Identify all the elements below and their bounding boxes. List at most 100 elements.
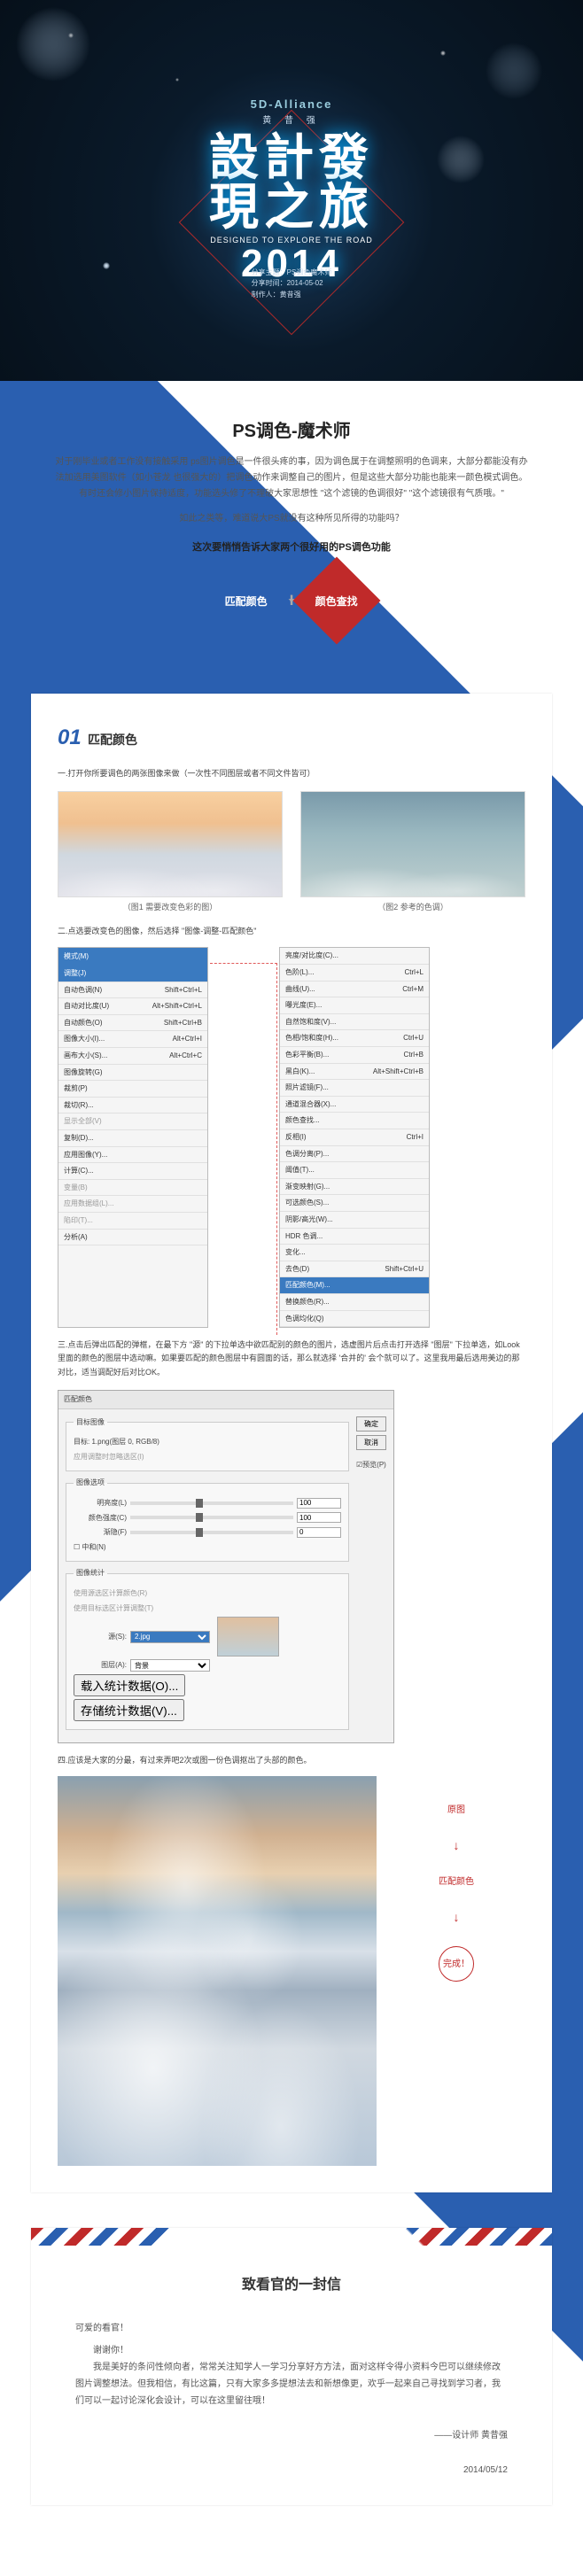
section-title: 匹配颜色 <box>88 733 137 747</box>
match-color-dialog: 匹配颜色 目标图像 目标: 1.png(图层 0, RGB/8) 应用调整时忽略… <box>58 1390 394 1743</box>
letter-body-2: 我是美好的条问性倾向者，常常关注知学人一学习分享好方方法，面对这样令得小资料今巴… <box>75 2359 508 2409</box>
menu-item[interactable]: 裁剪(P) <box>58 1081 207 1098</box>
menu-item[interactable]: 变化... <box>280 1245 429 1261</box>
source-select[interactable]: 2.jpg <box>130 1631 210 1643</box>
intensity-input[interactable] <box>297 1512 341 1523</box>
menu-item[interactable]: 色阶(L)...Ctrl+L <box>280 965 429 982</box>
result-row: 原图 ↓ 匹配颜色 ↓ 完成！ <box>58 1776 525 2166</box>
luminance-label: 明亮度(L) <box>74 1497 127 1509</box>
ok-button[interactable]: 确定 <box>356 1416 386 1432</box>
meta-topic: 分享主题：PS调色魔术师 <box>252 268 332 279</box>
hero-diamond-border <box>179 110 405 336</box>
step-3: 三.点击后弹出匹配的弹框，在最下方 "源" 的下拉单选中欲匹配别的颜色的图片，选… <box>58 1338 525 1379</box>
menu-item[interactable]: 色相/饱和度(H)...Ctrl+U <box>280 1030 429 1047</box>
menu-item[interactable]: 匹配颜色(M)... <box>280 1277 429 1294</box>
menu-item[interactable]: 应用数据组(L)... <box>58 1196 207 1213</box>
menu-item[interactable]: 图像旋转(G) <box>58 1065 207 1082</box>
menu-item[interactable]: 色调均化(Q) <box>280 1311 429 1328</box>
preview-checkbox[interactable]: ☑预览(P) <box>356 1459 386 1471</box>
menu-item[interactable]: 变量(B) <box>58 1180 207 1197</box>
dialog-title: 匹配颜色 <box>64 1393 92 1406</box>
menu-item[interactable]: HDR 色调... <box>280 1229 429 1245</box>
letter-date: 2014/05/12 <box>75 2462 508 2479</box>
luminance-slider[interactable] <box>130 1501 293 1505</box>
badge-color-lookup: 颜色查找 <box>293 556 381 644</box>
badges-row: 匹配颜色 + 颜色查找 <box>53 570 530 632</box>
image-1-clouds-sunset <box>58 791 283 897</box>
flow-column: 原图 ↓ 匹配颜色 ↓ 完成！ <box>387 1776 525 1982</box>
section-heading: 01 匹配颜色 <box>58 720 525 757</box>
cancel-button[interactable]: 取消 <box>356 1435 386 1450</box>
menu-item[interactable]: 曲线(U)...Ctrl+M <box>280 982 429 998</box>
result-image <box>58 1776 377 2166</box>
group-target-legend: 目标图像 <box>74 1416 107 1429</box>
menu-item[interactable]: 照片滤镜(F)... <box>280 1080 429 1097</box>
menu-item[interactable]: 阈值(T)... <box>280 1162 429 1179</box>
source-label: 源(S): <box>74 1631 127 1643</box>
menu-item[interactable]: 曝光度(E)... <box>280 997 429 1014</box>
menu-item[interactable]: 阴影/高光(W)... <box>280 1212 429 1229</box>
menu-item[interactable]: 亮度/对比度(C)... <box>280 948 429 965</box>
ignore-selection: 应用调整时忽略选区(I) <box>74 1451 144 1463</box>
save-stats-button[interactable]: 存储统计数据(V)... <box>74 1699 184 1721</box>
letter-body-1: 谢谢你！ <box>75 2342 508 2359</box>
menu-item[interactable]: 自动对比度(U)Alt+Shift+Ctrl+L <box>58 998 207 1015</box>
group-options: 图像选项 明亮度(L) 颜色强度(C) 渐隐(F) ☐ 中和(N) <box>66 1477 349 1562</box>
flow-step-2: 匹配颜色 <box>439 1874 474 1889</box>
menu-item[interactable]: 图像大小(I)...Alt+Ctrl+I <box>58 1031 207 1048</box>
menu-item[interactable]: 自然饱和度(V)... <box>280 1014 429 1031</box>
arrow-down-icon: ↓ <box>454 1907 460 1928</box>
menu-item[interactable]: 可选颜色(S)... <box>280 1195 429 1212</box>
menu-image: 模式(M) 调整(J)自动色调(N)Shift+Ctrl+L自动对比度(U)Al… <box>58 947 208 1328</box>
menu-right-rows: 亮度/对比度(C)...色阶(L)...Ctrl+L曲线(U)...Ctrl+M… <box>280 948 429 1327</box>
flow-step-1: 原图 <box>447 1803 465 1818</box>
menu-item[interactable]: 替换颜色(R)... <box>280 1294 429 1311</box>
meta-author: 制作人：黄昔强 <box>252 290 332 301</box>
target-label: 目标: 1.png(图层 0, RGB/8) <box>74 1436 159 1448</box>
menu-item[interactable]: 分析(A) <box>58 1230 207 1246</box>
intro-p2: 如此之类等，难道说大PS就没有这种所见所得的功能吗？ <box>53 511 530 527</box>
envelope-stripe <box>31 2228 552 2246</box>
hero-title-1: 設計發 <box>0 133 583 182</box>
badge-match-color: 匹配颜色 <box>202 556 290 644</box>
load-stats-button[interactable]: 载入统计数据(O)... <box>74 1674 185 1696</box>
letter-title: 致看官的一封信 <box>75 2272 508 2293</box>
menu-item[interactable]: 复制(D)... <box>58 1130 207 1147</box>
flow-step-done: 完成！ <box>439 1946 474 1982</box>
luminance-input[interactable] <box>297 1498 341 1509</box>
menu-item[interactable]: 反相(I)Ctrl+I <box>280 1129 429 1146</box>
hero-subtitle: DESIGNED TO EXPLORE THE ROAD <box>0 236 583 244</box>
fade-input[interactable] <box>297 1527 341 1538</box>
menu-item[interactable]: 色彩平衡(B)...Ctrl+B <box>280 1047 429 1064</box>
menu-item[interactable]: 颜色查找... <box>280 1113 429 1129</box>
hero-diamond <box>153 76 429 352</box>
layer-select[interactable]: 背景 <box>130 1659 210 1672</box>
menu-item[interactable]: 去色(D)Shift+Ctrl+U <box>280 1261 429 1278</box>
menu-item[interactable]: 裁切(R)... <box>58 1098 207 1114</box>
group-options-legend: 图像选项 <box>74 1477 107 1489</box>
fade-label: 渐隐(F) <box>74 1526 127 1539</box>
menu-item[interactable]: 渐变映射(G)... <box>280 1179 429 1196</box>
menu-item[interactable]: 自动色调(N)Shift+Ctrl+L <box>58 982 207 999</box>
menu-item[interactable]: 画布大小(S)...Alt+Ctrl+C <box>58 1048 207 1065</box>
menu-adjustments: 亮度/对比度(C)...色阶(L)...Ctrl+L曲线(U)...Ctrl+M… <box>279 947 430 1328</box>
letter-signature: ——设计师 黄昔强 <box>75 2427 508 2444</box>
menu-item[interactable]: 自动颜色(O)Shift+Ctrl+B <box>58 1015 207 1032</box>
fade-slider[interactable] <box>130 1531 293 1534</box>
menu-item[interactable]: 黑白(K)...Alt+Shift+Ctrl+B <box>280 1064 429 1081</box>
menu-item[interactable]: 色调分离(P)... <box>280 1146 429 1163</box>
step-2: 二.点选要改变色的图像，然后选择 "图像-调整-匹配颜色" <box>58 925 525 938</box>
menu-item[interactable]: 通道混合器(X)... <box>280 1097 429 1113</box>
stat2: 使用目标选区计算调整(T) <box>74 1602 153 1615</box>
menu-item[interactable]: 计算(C)... <box>58 1163 207 1180</box>
menu-item[interactable]: 显示全部(V) <box>58 1113 207 1130</box>
intensity-label: 颜色强度(C) <box>74 1512 127 1525</box>
menu-item[interactable]: 陷印(T)... <box>58 1213 207 1230</box>
intensity-slider[interactable] <box>130 1516 293 1519</box>
menu-item[interactable]: 调整(J) <box>58 966 207 982</box>
group-stats: 图像统计 使用源选区计算颜色(R) 使用目标选区计算调整(T) 源(S):2.j… <box>66 1567 349 1730</box>
menu-item[interactable]: 应用图像(Y)... <box>58 1147 207 1164</box>
neutralize-checkbox[interactable]: ☐ 中和(N) <box>74 1541 106 1554</box>
group-stats-legend: 图像统计 <box>74 1567 107 1579</box>
step-1: 一.打开你所要调色的两张图像来做（一次性不同图层或者不同文件皆可） <box>58 767 525 780</box>
